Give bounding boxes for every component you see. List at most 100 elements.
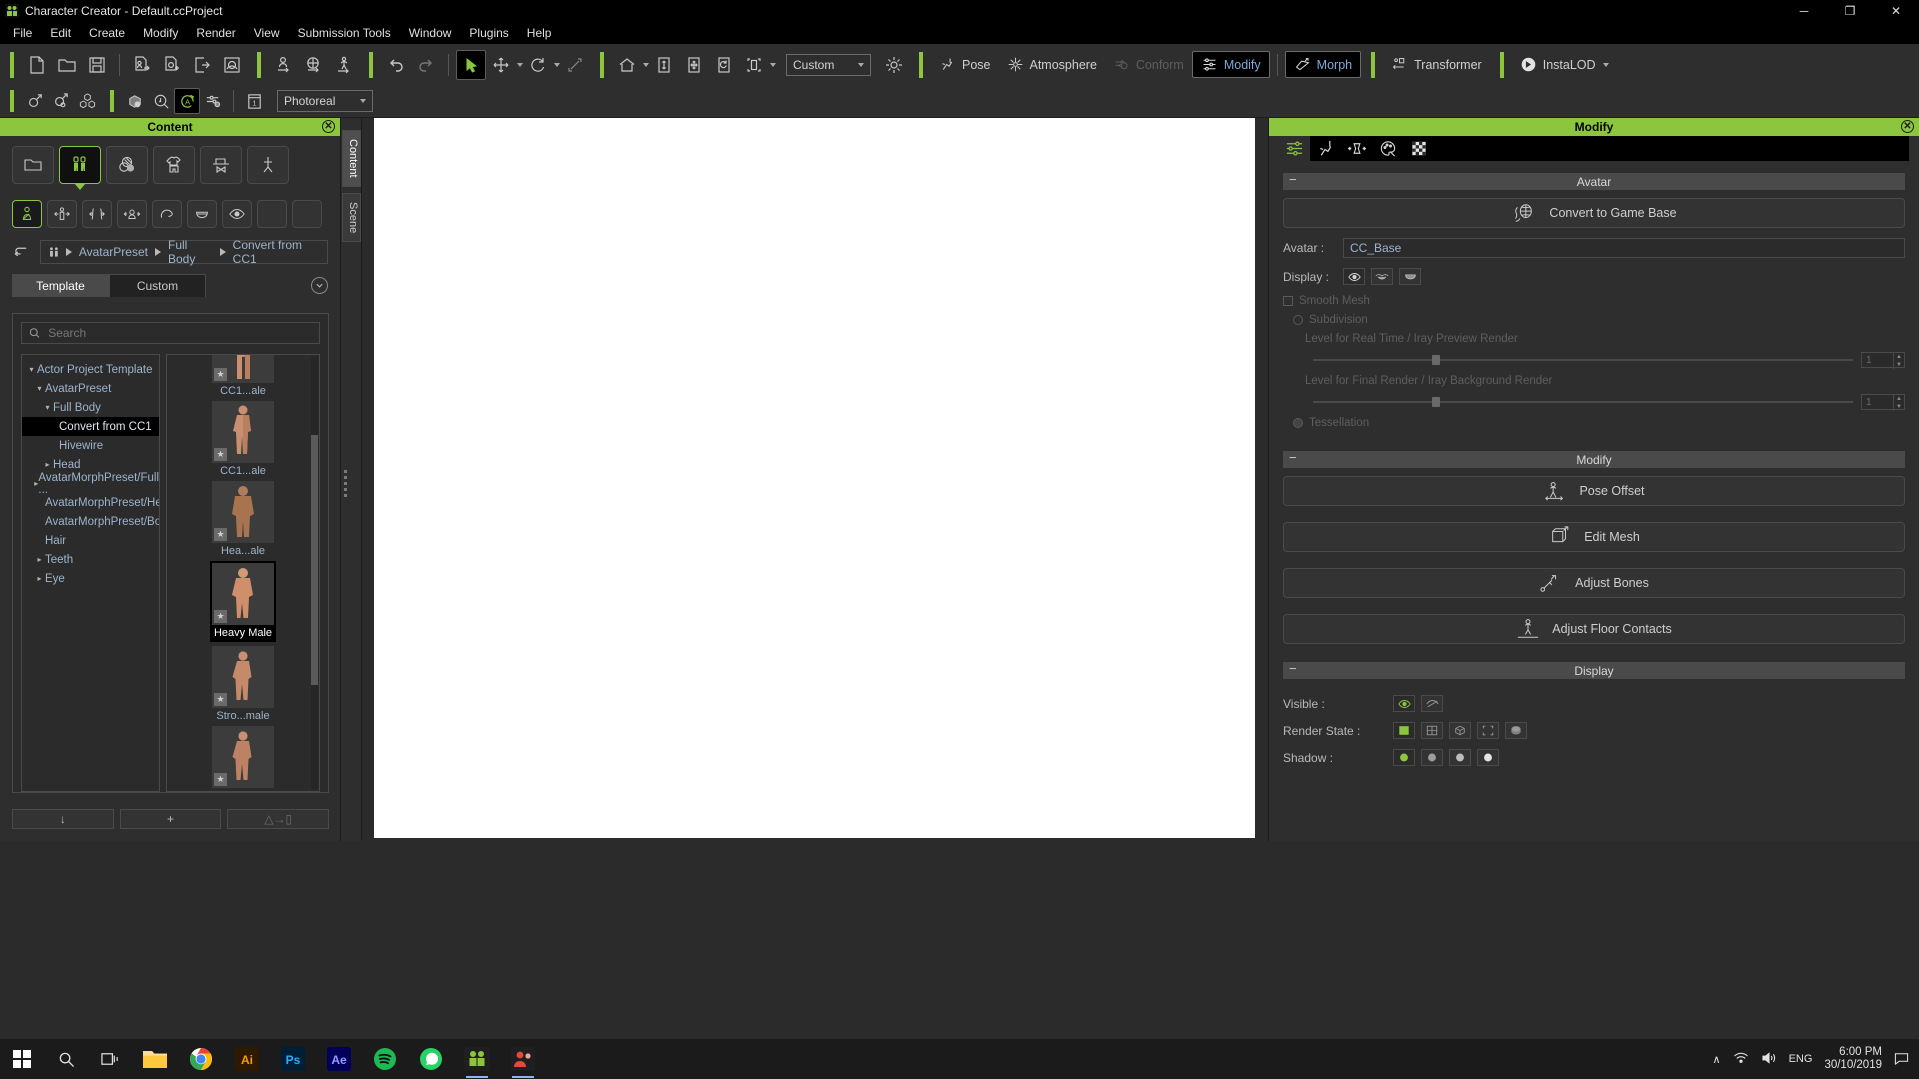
search-icon[interactable]	[44, 1039, 88, 1079]
windows-start-icon[interactable]	[0, 1039, 44, 1079]
taskbar-google-chrome[interactable]	[178, 1039, 224, 1079]
thumbnail-item[interactable]: ★ Hea...ale	[212, 481, 274, 557]
frame-object-dropdown-icon[interactable]	[770, 62, 776, 67]
section-header-display[interactable]: − Display	[1283, 661, 1905, 679]
open-folder-icon[interactable]	[52, 50, 82, 80]
section-header-modify[interactable]: − Modify	[1283, 450, 1905, 468]
breadcrumb-item-avatarpreset[interactable]: AvatarPreset	[79, 245, 148, 259]
taskbar-spotify[interactable]	[362, 1039, 408, 1079]
favorite-star-icon[interactable]: ★	[214, 528, 227, 541]
tree-node-hair[interactable]: Hair	[22, 531, 159, 550]
subcategory-blank-2[interactable]	[292, 200, 322, 228]
tray-chevron-icon[interactable]: ∧	[1713, 1053, 1721, 1066]
tab-modify[interactable]	[1279, 136, 1310, 161]
subcategory-teeth[interactable]	[187, 200, 217, 228]
level-final-slider-row[interactable]: 1 ▲ ▼	[1305, 394, 1905, 411]
subdivision-radio[interactable]	[1293, 315, 1303, 325]
render-mode-select[interactable]: Photoreal	[277, 90, 373, 112]
clock[interactable]: 6:00 PM 30/10/2019	[1824, 1046, 1882, 1072]
move-tool-icon[interactable]	[486, 50, 516, 80]
taskbar-adobe-photoshop[interactable]: Ps	[270, 1039, 316, 1079]
taskbar-character-creator[interactable]	[454, 1039, 500, 1079]
add-button[interactable]: +	[119, 809, 222, 829]
instalod-button[interactable]: InstaLOD	[1512, 52, 1617, 77]
maximize-button[interactable]: ❐	[1827, 0, 1873, 22]
taskbar-file-explorer[interactable]	[132, 1039, 178, 1079]
avatar-value-field[interactable]: CC_Base	[1343, 238, 1905, 258]
move-camera-icon[interactable]	[679, 50, 709, 80]
multi-asset-icon[interactable]	[74, 88, 100, 114]
light-icon[interactable]	[879, 50, 909, 80]
pose-offset-button[interactable]: Pose Offset	[1283, 476, 1905, 506]
twisty-open-icon[interactable]: ▾	[26, 365, 37, 374]
menu-item-edit[interactable]: Edit	[41, 23, 80, 43]
taskbar-adobe-after-effects[interactable]: Ae	[316, 1039, 362, 1079]
subcategory-body-morph[interactable]	[47, 200, 77, 228]
twisty-open-icon[interactable]: ▾	[34, 384, 45, 393]
smart-search-icon[interactable]	[148, 88, 174, 114]
female-avatar-icon[interactable]	[48, 88, 74, 114]
favorite-star-icon[interactable]: ★	[214, 448, 227, 461]
tree-node-avatarmorphpreset-head[interactable]: AvatarMorphPreset/Head	[22, 493, 159, 512]
thumbnail-item[interactable]: ★ Stro...male	[212, 646, 274, 722]
load-avatar-icon[interactable]	[269, 50, 299, 80]
spinner-arrows[interactable]: ▲ ▼	[1893, 395, 1904, 411]
tessellation-row[interactable]: Tessellation	[1293, 417, 1905, 429]
frame-object-icon[interactable]	[739, 50, 769, 80]
breadcrumb-item-full-body[interactable]: Full Body	[168, 238, 213, 266]
subcategory-eye[interactable]	[222, 200, 252, 228]
visible-on-button[interactable]	[1393, 695, 1415, 712]
network-icon[interactable]	[1733, 1051, 1749, 1068]
grid-scrollbar[interactable]	[311, 357, 318, 789]
menu-item-create[interactable]: Create	[80, 23, 134, 43]
subcategory-blank-1[interactable]	[257, 200, 287, 228]
tab-texture[interactable]	[1403, 136, 1434, 161]
transformer-mode-button[interactable]: Transformer	[1383, 52, 1490, 77]
search-input[interactable]	[48, 326, 312, 340]
new-file-icon[interactable]	[22, 50, 52, 80]
preview-icon[interactable]	[217, 50, 247, 80]
undo-icon[interactable]	[381, 50, 411, 80]
category-motion[interactable]	[247, 146, 289, 184]
select-tool-icon[interactable]	[456, 49, 486, 80]
render-wire-button[interactable]	[1449, 722, 1471, 739]
twisty-closed-icon[interactable]: ▸	[42, 460, 53, 469]
subdivision-row[interactable]: Subdivision	[1293, 314, 1905, 326]
taskbar-whatsapp[interactable]	[408, 1039, 454, 1079]
thumbnail-item-selected[interactable]: ★ Heavy Male	[210, 561, 276, 642]
auto-icon[interactable]: A	[174, 88, 200, 114]
taskbar-iclone[interactable]	[500, 1039, 546, 1079]
tree-node-full-body[interactable]: ▾ Full Body	[22, 398, 159, 417]
taskbar-adobe-illustrator[interactable]: Ai	[224, 1039, 270, 1079]
twisty-open-icon[interactable]: ▾	[42, 403, 53, 412]
category-material[interactable]	[106, 146, 148, 184]
shadow-off-button[interactable]	[1477, 749, 1499, 766]
menu-item-view[interactable]: View	[245, 23, 289, 43]
menu-item-file[interactable]: File	[4, 23, 41, 43]
download-button[interactable]: ↓	[12, 809, 114, 829]
load-prop-icon[interactable]	[299, 50, 329, 80]
category-avatar[interactable]	[59, 146, 101, 190]
tab-custom[interactable]: Custom	[109, 274, 206, 297]
pose-mode-button[interactable]: Pose	[931, 52, 999, 77]
tree-node-avatarmorphpreset-full[interactable]: ▸ AvatarMorphPreset/Full ...	[22, 472, 159, 496]
task-view-icon[interactable]	[88, 1039, 132, 1079]
brow-display-button[interactable]	[1371, 268, 1393, 285]
chevron-down-icon[interactable]	[311, 277, 328, 294]
menu-item-modify[interactable]: Modify	[134, 23, 187, 43]
import-asset-icon[interactable]	[157, 50, 187, 80]
panel-resize-grip[interactable]	[344, 470, 347, 498]
tree-node-convert-from-cc1[interactable]: Convert from CC1	[22, 417, 159, 436]
menu-item-help[interactable]: Help	[518, 23, 561, 43]
favorite-star-icon[interactable]: ★	[214, 773, 227, 786]
thumbnail-item[interactable]: ★ Strong Male	[212, 726, 274, 791]
close-icon[interactable]: ✕	[322, 120, 335, 133]
volume-icon[interactable]	[1761, 1051, 1777, 1068]
camera-preset-select[interactable]: Custom	[786, 53, 871, 76]
breadcrumb[interactable]: AvatarPreset Full Body Convert from CC1	[40, 238, 328, 266]
render-box-button[interactable]	[1477, 722, 1499, 739]
eye-display-button[interactable]	[1343, 268, 1365, 285]
adjust-floor-contacts-button[interactable]: Adjust Floor Contacts	[1283, 614, 1905, 644]
instalod-dropdown-icon[interactable]	[1602, 62, 1609, 67]
lash-display-button[interactable]	[1399, 268, 1421, 285]
